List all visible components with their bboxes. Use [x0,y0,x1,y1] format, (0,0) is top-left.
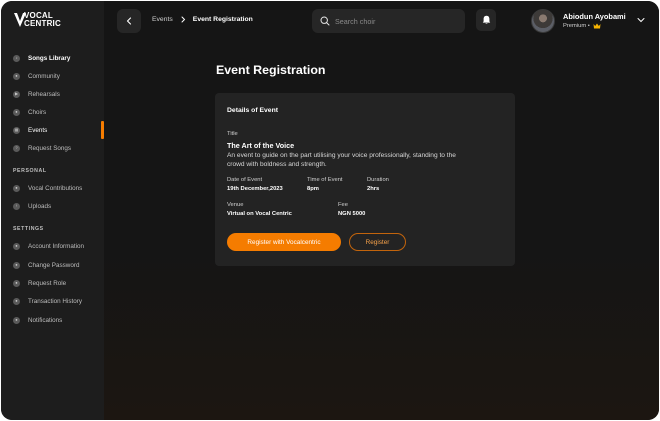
event-details-card: Details of Event Title The Art of the Vo… [215,93,515,266]
bell-icon: ● [13,316,20,324]
logo-line-2: CENTRIC [24,19,61,28]
sidebar-item-label: Uploads [28,202,52,210]
community-icon: ● [13,72,20,80]
sidebar-item-label: Choirs [28,108,47,116]
register-with-vocalcentric-button[interactable]: Register with Vocalcentric [227,233,341,251]
sidebar-item-label: Request Role [28,279,67,287]
logo[interactable]: VOCAL CENTRIC [13,11,93,31]
card-heading: Details of Event [227,107,278,114]
sidebar-item-uploads[interactable]: ↑ Uploads [13,199,104,213]
upload-icon: ↑ [13,202,20,210]
event-name: The Art of the Voice [227,141,295,150]
sidebar-item-label: Community [28,72,60,80]
sidebar-item-label: Notifications [28,316,63,324]
sidebar-item-vocal-contributions[interactable]: ● Vocal Contributions [13,181,104,195]
logo-text: VOCAL CENTRIC [24,12,61,28]
main-content: Events Event Registration Abiodun [104,1,659,420]
sidebar-item-label: Songs Library [28,54,71,62]
sidebar-item-songs-library[interactable]: ♪ Songs Library [13,51,104,65]
avatar[interactable] [531,9,555,33]
bell-icon [482,15,490,24]
sidebar-item-label: Transaction History [28,297,83,305]
sidebar: VOCAL CENTRIC ♪ Songs Library ● Communit… [1,1,104,420]
sidebar-item-change-password[interactable]: ● Change Password [13,258,104,272]
sidebar-item-notifications[interactable]: ● Notifications [13,313,104,327]
date-label: Date of Event [227,177,263,183]
venue-label: Venue [227,202,244,208]
user-menu[interactable]: Abiodun Ayobami Premium • [531,9,651,35]
register-button[interactable]: Register [349,233,406,251]
choir-icon: ● [13,108,20,116]
sidebar-item-events[interactable]: ▦ Events [13,123,104,137]
chevron-left-icon [126,17,132,25]
history-icon: ● [13,297,20,305]
user-icon: ● [13,242,20,250]
date-value: 19th December,2023 [227,186,283,192]
crown-icon [593,23,601,29]
search-bar[interactable] [312,9,465,33]
sidebar-item-account-information[interactable]: ● Account Information [13,239,104,253]
sidebar-item-label: Rehearsals [28,90,60,98]
time-value: 8pm [307,186,319,192]
fee-label: Fee [338,202,348,208]
section-label-personal: PERSONAL [13,168,47,174]
venue-value: Virtual on Vocal Centric [227,211,292,217]
duration-value: 2hrs [367,186,380,192]
sidebar-item-request-role[interactable]: ● Request Role [13,276,104,290]
user-name: Abiodun Ayobami [563,12,626,21]
section-label-settings: SETTINGS [13,226,44,232]
chevron-down-icon[interactable] [637,17,645,23]
title-label: Title [227,131,238,137]
sidebar-item-label: Vocal Contributions [28,184,83,192]
sidebar-item-community[interactable]: ● Community [13,69,104,83]
notifications-button[interactable] [476,9,496,31]
chevron-right-icon [180,16,186,23]
sidebar-item-request-songs[interactable]: ? Request Songs [13,141,104,155]
sidebar-item-choirs[interactable]: ● Choirs [13,105,104,119]
app-window: VOCAL CENTRIC ♪ Songs Library ● Communit… [1,1,659,420]
user-plan-label: Premium • [563,23,590,29]
sidebar-item-label: Change Password [28,261,80,269]
search-icon [320,16,330,26]
page-title: Event Registration [216,63,326,77]
back-button[interactable] [117,9,141,33]
events-icon: ▦ [13,126,20,134]
user-plan: Premium • [563,23,601,29]
lock-icon: ● [13,261,20,269]
duration-label: Duration [367,177,389,183]
search-input[interactable] [335,16,455,26]
event-description: An event to guide on the part utilising … [227,152,456,168]
role-icon: ● [13,279,20,287]
sidebar-item-rehearsals[interactable]: ▶ Rehearsals [13,87,104,101]
sidebar-item-label: Request Songs [28,144,72,152]
time-label: Time of Event [307,177,343,183]
sidebar-item-label: Events [28,126,48,134]
music-icon: ♪ [13,54,20,62]
rehearsal-icon: ▶ [13,90,20,98]
fee-value: NGN 5000 [338,211,366,217]
breadcrumb-events-link[interactable]: Events [152,16,173,23]
breadcrumb: Events Event Registration [152,16,253,23]
breadcrumb-current: Event Registration [192,16,253,23]
request-icon: ? [13,144,20,152]
sidebar-item-label: Account Information [28,242,85,250]
microphone-icon: ● [13,184,20,192]
sidebar-item-transaction-history[interactable]: ● Transaction History [13,294,104,308]
